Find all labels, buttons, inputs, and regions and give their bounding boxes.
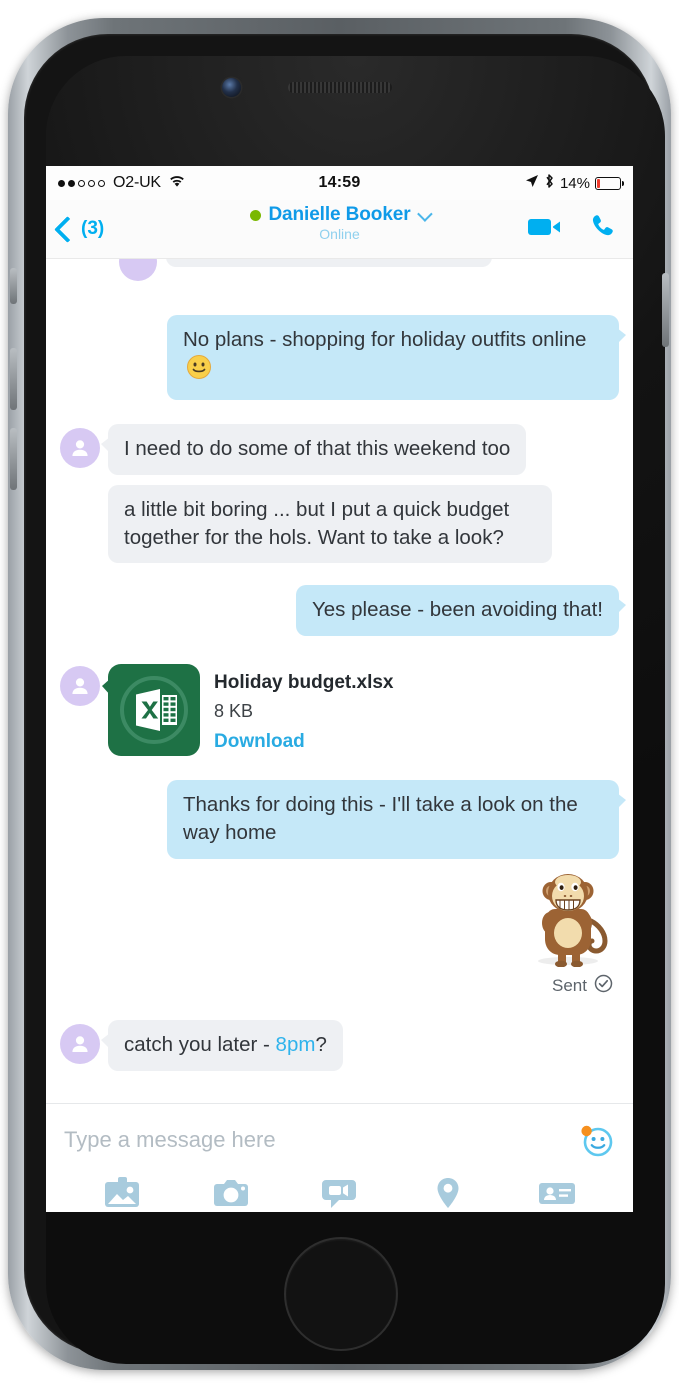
- smiley-emoticon: [186, 354, 212, 388]
- avatar: [60, 427, 100, 468]
- signal-strength-dots: [58, 179, 105, 187]
- message-bubble-outgoing[interactable]: No plans - shopping for holiday outfits …: [167, 315, 626, 400]
- chevron-down-icon: [416, 205, 433, 222]
- nav-actions: [527, 213, 621, 246]
- download-link[interactable]: Download: [214, 731, 393, 753]
- message-bubble-cutoff: [166, 259, 492, 267]
- carrier-label: O2-UK: [113, 174, 161, 191]
- phone-screen: O2-UK 14:59 14% (3) Danielle Booker Onli…: [46, 166, 633, 1212]
- back-button-label: (3): [81, 218, 105, 239]
- home-button[interactable]: [284, 1237, 398, 1351]
- message-row: Thanks for doing this - I'll take a look…: [60, 780, 626, 859]
- avatar-spacer: [60, 489, 100, 529]
- screenshot-stage: O2-UK 14:59 14% (3) Danielle Booker Onli…: [0, 0, 679, 1388]
- contact-name: Danielle Booker: [268, 204, 411, 225]
- status-bar-right: 14%: [525, 173, 625, 194]
- message-row-file: Holiday budget.xlsx 8 KB Download: [60, 662, 619, 757]
- mute-switch[interactable]: [10, 268, 17, 304]
- smiley-face-icon[interactable]: [577, 1121, 615, 1159]
- file-meta: Holiday budget.xlsx 8 KB Download: [214, 664, 393, 753]
- avatar: [60, 1024, 100, 1064]
- avatar: [60, 666, 100, 707]
- sent-label: Sent: [552, 976, 587, 995]
- message-row: catch you later - 8pm?: [60, 1020, 619, 1071]
- message-composer: Type a message here: [46, 1103, 633, 1212]
- wifi-icon: [168, 174, 186, 193]
- bluetooth-icon: [544, 173, 555, 194]
- status-bar: O2-UK 14:59 14%: [46, 166, 633, 200]
- gallery-icon[interactable]: [68, 1176, 177, 1210]
- message-bubble-outgoing[interactable]: Yes please - been avoiding that!: [295, 585, 627, 637]
- monkey-emoticon[interactable]: [513, 865, 619, 972]
- earpiece-speaker: [288, 82, 392, 93]
- status-bar-left: O2-UK: [58, 174, 186, 193]
- chat-nav-bar: (3) Danielle Booker Online: [46, 200, 633, 259]
- contact-name-button[interactable]: Danielle Booker: [250, 204, 433, 226]
- avatar: [119, 259, 157, 281]
- message-bubble-incoming[interactable]: catch you later - 8pm?: [101, 1020, 343, 1071]
- message-text-before: catch you later -: [124, 1033, 276, 1056]
- composer-input-row[interactable]: Type a message here: [46, 1104, 633, 1176]
- message-bubble-incoming[interactable]: I need to do some of that this weekend t…: [100, 423, 527, 475]
- check-circle-icon: [594, 974, 613, 998]
- contact-card-icon[interactable]: [502, 1176, 611, 1210]
- volume-up-button[interactable]: [10, 348, 17, 410]
- video-camera-icon[interactable]: [527, 215, 563, 244]
- chevron-left-icon: [54, 215, 81, 243]
- message-bubble-incoming[interactable]: a little bit boring ... but I put a quic…: [108, 484, 552, 564]
- message-row-sticker: Sent: [60, 865, 619, 998]
- back-button[interactable]: (3): [54, 215, 105, 243]
- time-link[interactable]: 8pm: [276, 1033, 316, 1056]
- excel-file-icon: [102, 664, 200, 757]
- power-button[interactable]: [662, 273, 669, 347]
- file-name: Holiday budget.xlsx: [214, 672, 394, 694]
- camera-icon[interactable]: [177, 1176, 286, 1210]
- battery-icon: [595, 176, 625, 190]
- file-attachment-card[interactable]: Holiday budget.xlsx 8 KB Download: [102, 664, 393, 757]
- location-pin-icon[interactable]: [394, 1176, 503, 1210]
- message-text-after: ?: [315, 1033, 327, 1056]
- composer-toolbar: [46, 1176, 633, 1212]
- battery-percent-label: 14%: [559, 174, 590, 192]
- phone-handset-icon[interactable]: [589, 213, 617, 246]
- video-message-icon[interactable]: [285, 1176, 394, 1210]
- message-bubble-outgoing[interactable]: Thanks for doing this - I'll take a look…: [167, 780, 626, 859]
- presence-dot-icon: [250, 209, 262, 221]
- message-row: No plans - shopping for holiday outfits …: [60, 315, 626, 400]
- volume-down-button[interactable]: [10, 428, 17, 490]
- message-row: Yes please - been avoiding that!: [60, 585, 627, 637]
- message-input-placeholder[interactable]: Type a message here: [64, 1127, 577, 1153]
- message-status: Sent: [552, 974, 619, 998]
- message-row: a little bit boring ... but I put a quic…: [60, 484, 619, 564]
- location-arrow-icon: [525, 174, 539, 193]
- message-text: No plans - shopping for holiday outfits …: [183, 328, 587, 351]
- message-row: I need to do some of that this weekend t…: [60, 423, 619, 475]
- message-list[interactable]: No plans - shopping for holiday outfits …: [46, 259, 633, 1103]
- file-size: 8 KB: [214, 701, 254, 722]
- front-camera: [222, 78, 241, 97]
